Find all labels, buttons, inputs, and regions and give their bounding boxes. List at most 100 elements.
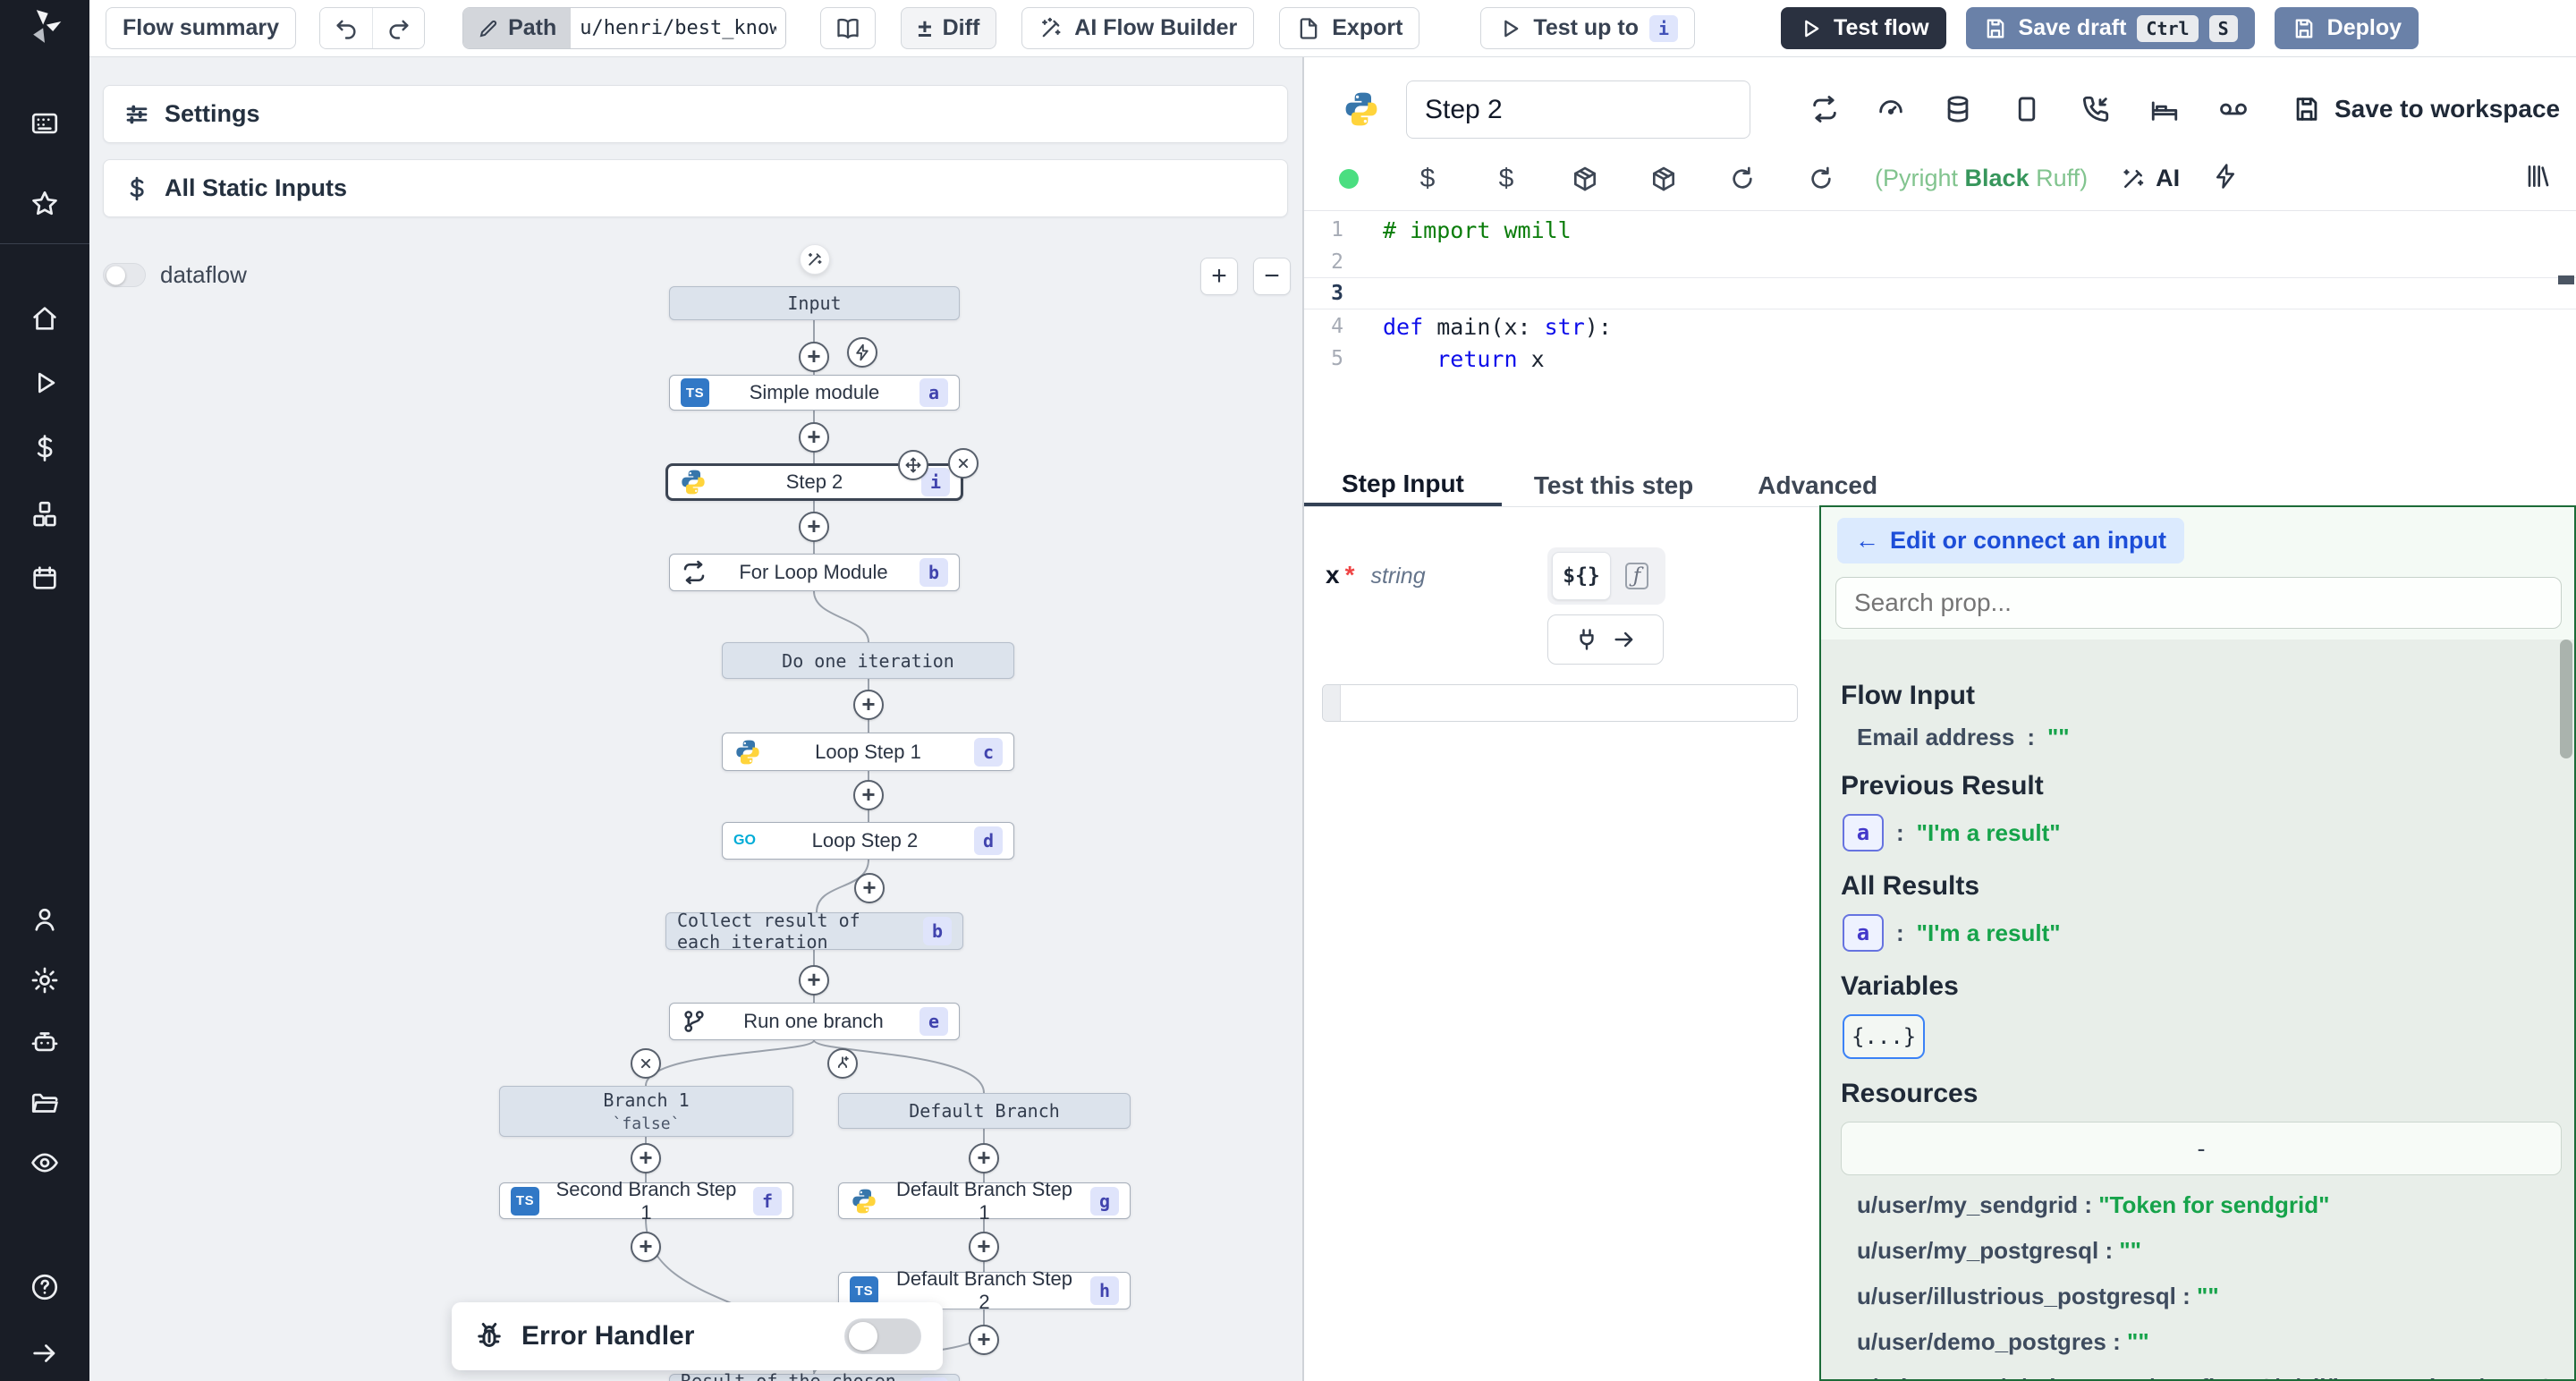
node-second-branch-step1[interactable]: TS Second Branch Step 1 f — [499, 1182, 793, 1219]
prop-row-all-results[interactable]: a : "I'm a result" — [1843, 914, 2576, 952]
all-static-inputs-card[interactable]: All Static Inputs — [103, 159, 1288, 217]
search-prop-input[interactable] — [1835, 577, 2562, 629]
save-to-workspace-button[interactable]: Save to workspace — [2292, 94, 2560, 124]
function-mode-button[interactable]: ƒ — [1614, 552, 1659, 600]
mobile-button[interactable] — [2009, 91, 2045, 127]
resource-type-select[interactable]: - — [1841, 1122, 2562, 1175]
node-do-one-iteration[interactable]: Do one iteration — [722, 642, 1014, 679]
sidebar-audit-icon[interactable] — [28, 1146, 62, 1180]
panel-divider[interactable] — [1302, 57, 1304, 1381]
package-button[interactable] — [1646, 161, 1682, 197]
insert-step-button[interactable]: + — [854, 873, 885, 903]
node-loop-step1[interactable]: Loop Step 1 c — [722, 733, 1014, 771]
sidebar-expand-icon[interactable] — [28, 1336, 62, 1370]
node-branch1[interactable]: Branch 1 `false` — [499, 1086, 793, 1137]
drag-grip[interactable] — [1323, 685, 1341, 721]
export-button[interactable]: Export — [1279, 7, 1419, 49]
library-button[interactable] — [2522, 162, 2551, 195]
node-loop-step2[interactable]: GO Loop Step 2 d — [722, 822, 1014, 860]
test-up-to-button[interactable]: Test up to i — [1480, 7, 1695, 49]
sidebar-resources-icon[interactable] — [28, 497, 62, 531]
insert-step-button[interactable]: + — [631, 1232, 661, 1262]
cache-toggle-button[interactable] — [1807, 91, 1843, 127]
sidebar-users-icon[interactable] — [28, 902, 62, 936]
resource-picker-button[interactable]: $ — [1488, 161, 1524, 197]
insert-step-button[interactable]: + — [631, 1143, 661, 1173]
insert-step-button[interactable]: + — [799, 342, 829, 372]
save-draft-button[interactable]: Save draft Ctrl S — [1966, 7, 2255, 49]
node-for-loop[interactable]: For Loop Module b — [669, 554, 960, 591]
ai-assistant-button[interactable]: AI — [2120, 165, 2180, 192]
node-run-one-branch[interactable]: Run one branch e — [669, 1003, 960, 1040]
ai-flow-builder-button[interactable]: AI Flow Builder — [1021, 7, 1254, 49]
package-button[interactable] — [1567, 161, 1603, 197]
sidebar-runs-panel-icon[interactable] — [28, 106, 62, 140]
insert-step-button[interactable]: + — [799, 512, 829, 542]
resource-row[interactable]: u/user/my_sendgrid : "Token for sendgrid… — [1857, 1186, 2555, 1224]
mock-button[interactable] — [2216, 91, 2251, 127]
tab-advanced[interactable]: Advanced — [1725, 465, 1910, 506]
prop-row-previous-result[interactable]: a : "I'm a result" — [1843, 814, 2576, 851]
path-input[interactable] — [571, 8, 785, 48]
code-editor[interactable]: 1 # import wmill 2 3 4 def main(x: str):… — [1304, 211, 2576, 465]
node-default-branch[interactable]: Default Branch — [838, 1093, 1131, 1129]
database-button[interactable] — [1940, 91, 1976, 127]
tab-test-this-step[interactable]: Test this step — [1502, 465, 1725, 506]
resource-row[interactable]: u/user/illustrious_postgresql : "" — [1857, 1277, 2555, 1315]
sidebar-help-icon[interactable] — [28, 1270, 62, 1304]
resource-row[interactable]: u/user/my_postgresql : "" — [1857, 1232, 2555, 1269]
connect-input-button[interactable] — [1547, 614, 1664, 665]
sidebar-folders-icon[interactable] — [28, 1087, 62, 1121]
resource-row[interactable]: u/user/demo_postgres : "" — [1857, 1323, 2555, 1360]
insert-step-button[interactable]: + — [853, 780, 884, 810]
node-move-button[interactable] — [898, 450, 928, 480]
node-collect-result[interactable]: Collect result of each iteration b — [665, 912, 963, 950]
branch-remove-button[interactable] — [631, 1048, 661, 1079]
insert-step-button[interactable]: + — [853, 690, 884, 720]
variables-badge[interactable]: {...} — [1843, 1014, 1925, 1059]
diff-button[interactable]: ± Diff — [901, 7, 996, 49]
concurrency-button[interactable] — [1873, 91, 1909, 127]
resource-row[interactable]: u/ruben-user/u/ruben-user/my_flow_2/g/al… — [1857, 1368, 2555, 1381]
insert-step-button[interactable]: + — [799, 422, 829, 453]
sleep-button[interactable] — [2147, 91, 2182, 127]
branch-add-button[interactable] — [827, 1048, 858, 1079]
step-name-input[interactable] — [1406, 80, 1750, 139]
suspend-button[interactable] — [2078, 91, 2114, 127]
docs-button[interactable] — [820, 7, 876, 49]
trigger-button[interactable] — [847, 337, 877, 368]
template-mode-button[interactable]: ${} — [1552, 552, 1611, 600]
edit-or-connect-pill[interactable]: ← Edit or connect an input — [1837, 518, 2184, 563]
sidebar-variables-icon[interactable] — [28, 431, 62, 465]
arg-value-input[interactable] — [1341, 685, 1797, 721]
sidebar-settings-icon[interactable] — [28, 963, 62, 997]
zoom-out-button[interactable]: − — [1253, 258, 1291, 295]
flow-settings-card[interactable]: Settings — [103, 85, 1288, 143]
node-default-branch-step1[interactable]: Default Branch Step 1 g — [838, 1182, 1131, 1219]
run-button[interactable] — [2212, 163, 2239, 194]
node-result[interactable]: Result of the chosen branch e — [669, 1374, 960, 1381]
zoom-in-button[interactable]: + — [1200, 258, 1238, 295]
variable-picker-button[interactable]: $ — [1410, 161, 1445, 197]
node-simple-module[interactable]: TS Simple module a — [669, 375, 960, 411]
reset-button[interactable] — [1803, 161, 1839, 197]
insert-step-button[interactable]: + — [969, 1232, 999, 1262]
ai-wand-button[interactable] — [800, 244, 830, 275]
sidebar-workers-icon[interactable] — [28, 1024, 62, 1058]
sidebar-schedules-icon[interactable] — [28, 561, 62, 595]
reload-button[interactable] — [1724, 161, 1760, 197]
insert-step-button[interactable]: + — [969, 1143, 999, 1173]
flow-summary-button[interactable]: Flow summary — [106, 7, 296, 49]
scrollbar-thumb[interactable] — [2560, 640, 2572, 758]
insert-step-button[interactable]: + — [799, 965, 829, 996]
node-delete-button[interactable] — [948, 448, 979, 479]
undo-button[interactable] — [320, 8, 372, 48]
dataflow-toggle[interactable] — [103, 263, 146, 287]
tab-step-input[interactable]: Step Input — [1304, 465, 1502, 506]
sidebar-home-icon[interactable] — [28, 301, 62, 335]
code-assistants-status[interactable]: (Pyright Black Ruff) — [1875, 165, 2088, 192]
sidebar-favorites-icon[interactable] — [28, 187, 62, 221]
node-input[interactable]: Input — [669, 286, 960, 320]
sidebar-runs-icon[interactable] — [28, 366, 62, 400]
error-handler-toggle[interactable] — [844, 1318, 921, 1354]
